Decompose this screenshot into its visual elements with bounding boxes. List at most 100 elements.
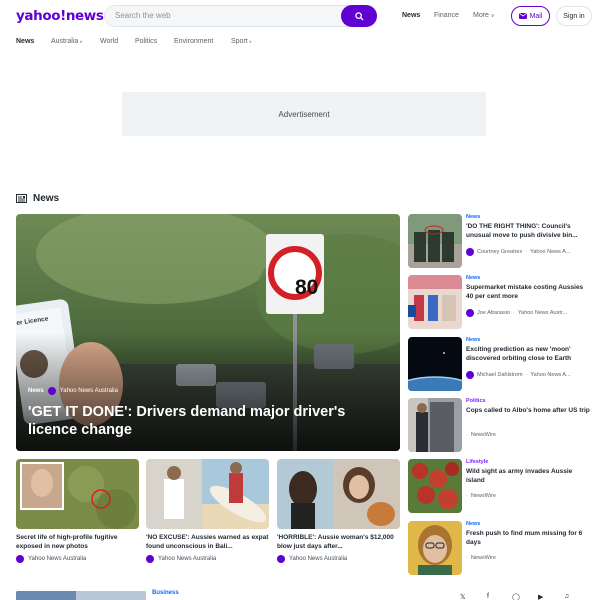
side-story-category[interactable]: Politics	[466, 398, 486, 404]
side-story-category[interactable]: Lifestyle	[466, 459, 488, 465]
topnav-more[interactable]: More ∨	[473, 12, 495, 19]
side-story-publisher: Yahoo News Austr...	[517, 310, 567, 316]
chevron-down-icon: ∨	[78, 39, 83, 44]
side-thumbnail	[408, 521, 462, 575]
hero-tag: News	[28, 388, 44, 394]
side-story-category[interactable]: News	[466, 275, 480, 281]
side-story-category[interactable]: News	[466, 214, 480, 220]
story-thumbnail	[277, 459, 400, 529]
side-story-title[interactable]: Supermarket mistake costing Aussies 40 p…	[466, 283, 592, 301]
business-thumbnail	[16, 591, 146, 600]
hero-title[interactable]: 'GET IT DONE': Drivers demand major driv…	[28, 403, 393, 439]
side-story-category[interactable]: News	[466, 337, 480, 343]
x-icon[interactable]: 𝕏	[460, 593, 466, 600]
search-input[interactable]: Search the web	[104, 5, 377, 27]
story-card[interactable]: Secret life of high-profile fugitive exp…	[16, 459, 139, 563]
side-thumbnail	[408, 214, 462, 268]
side-story-title[interactable]: Exciting prediction as new 'moon' discov…	[466, 345, 592, 363]
story-card[interactable]: 'HORRIBLE': Aussie woman's $12,000 blow …	[277, 459, 400, 563]
search-button[interactable]	[341, 5, 377, 27]
advertisement[interactable]: Advertisement	[122, 92, 486, 136]
publisher-icon	[466, 371, 474, 379]
separator-dot: ·	[525, 372, 528, 378]
yahoo-news-logo[interactable]: yahoo!news	[16, 8, 104, 24]
side-story-author: Courtney Greatrex	[477, 249, 523, 255]
story-thumbnail	[16, 459, 139, 529]
instagram-icon[interactable]: ◯	[512, 593, 520, 600]
side-story[interactable]: News 'DO THE RIGHT THING': Council's unu…	[408, 214, 592, 268]
side-story-source: Courtney Greatrex · Yahoo News A...	[466, 248, 592, 256]
topnav-more-label: More	[473, 12, 489, 19]
mail-icon	[518, 13, 527, 19]
tiktok-icon[interactable]: ♫	[564, 593, 569, 600]
speed-sign-number: 80	[295, 276, 319, 299]
signin-button[interactable]: Sign in	[556, 6, 592, 26]
facebook-icon[interactable]: f	[487, 593, 489, 600]
section-title: News	[33, 193, 60, 204]
side-story-image	[408, 214, 462, 268]
youtube-icon[interactable]: ▶	[538, 593, 543, 600]
separator-dot: ·	[466, 555, 468, 561]
publisher-icon	[466, 248, 474, 256]
side-thumbnail	[408, 275, 462, 329]
subnav-sport-label: Sport	[231, 38, 248, 45]
side-story[interactable]: Politics Cops called to Albo's home afte…	[408, 398, 592, 452]
separator-dot: ·	[513, 310, 515, 316]
publisher-icon	[466, 309, 474, 317]
subnav-news[interactable]: News	[16, 38, 34, 45]
subnav-environment[interactable]: Environment	[174, 38, 213, 45]
publisher-icon	[16, 555, 24, 563]
side-story[interactable]: News Fresh push to find mum missing for …	[408, 521, 592, 575]
side-story[interactable]: Lifestyle Wild sight as army invades Aus…	[408, 459, 592, 513]
side-story-title[interactable]: Cops called to Albo's home after US trip	[466, 406, 592, 415]
newspaper-icon	[16, 194, 27, 203]
side-story-title[interactable]: Wild sight as army invades Aussie island	[466, 467, 592, 485]
side-story[interactable]: News Supermarket mistake costing Aussies…	[408, 275, 592, 329]
mail-button[interactable]: Mail	[511, 6, 550, 26]
side-story-publisher: Yahoo News A...	[530, 372, 571, 378]
subnav-australia-label: Australia	[51, 38, 79, 45]
topnav-finance[interactable]: Finance	[434, 12, 459, 19]
story-card[interactable]: 'NO EXCUSE': Aussies warned as expat fou…	[146, 459, 269, 563]
hero-source: Yahoo News Australia	[59, 388, 118, 394]
business-category[interactable]: Business	[152, 590, 179, 596]
side-story-publisher: NewsWire	[470, 555, 496, 561]
hero-story[interactable]: 80 er Licence News Yahoo News Australia …	[16, 214, 400, 451]
subnav-politics[interactable]: Politics	[135, 38, 157, 45]
subnav-sport[interactable]: Sport ∨	[231, 38, 252, 45]
side-story-source: Michael Dahlstrom · Yahoo News A...	[466, 371, 592, 379]
business-story-image[interactable]	[16, 590, 146, 600]
topnav-news[interactable]: News	[402, 12, 420, 19]
chevron-down-icon: ∨	[490, 13, 495, 19]
side-story-title[interactable]: 'DO THE RIGHT THING': Council's unusual …	[466, 222, 592, 240]
side-story-source: · NewsWire	[466, 555, 592, 561]
side-story-title[interactable]: Fresh push to find mum missing for 6 day…	[466, 529, 592, 547]
side-story-source: · NewsWire	[466, 493, 592, 499]
section-header: News	[16, 193, 59, 204]
side-story-publisher: NewsWire	[470, 432, 496, 438]
side-story-image	[408, 521, 462, 575]
header: yahoo!news Search the web News Finance M…	[0, 0, 600, 32]
side-story-source: · NewsWire	[466, 432, 592, 438]
side-story-publisher: Yahoo News A...	[530, 249, 571, 255]
side-story-category[interactable]: News	[466, 521, 480, 527]
story-title[interactable]: 'NO EXCUSE': Aussies warned as expat fou…	[146, 533, 269, 551]
story-title[interactable]: Secret life of high-profile fugitive exp…	[16, 533, 139, 551]
subnav-world[interactable]: World	[100, 38, 118, 45]
separator-dot: ·	[466, 493, 468, 499]
subnav-australia[interactable]: Australia ∨	[51, 38, 82, 45]
side-story[interactable]: News Exciting prediction as new 'moon' d…	[408, 337, 592, 391]
side-story-source: Joe Attanasio · Yahoo News Austr...	[466, 309, 592, 317]
story-source: Yahoo News Australia	[277, 555, 400, 563]
story-image	[146, 459, 269, 529]
side-story-image	[408, 459, 462, 513]
separator-dot: ·	[466, 432, 468, 438]
story-image	[277, 459, 400, 529]
side-story-author: Michael Dahlstrom	[477, 372, 523, 378]
story-source-label: Yahoo News Australia	[289, 556, 348, 562]
publisher-icon	[47, 387, 56, 395]
publisher-icon	[146, 555, 154, 563]
hero-meta: News Yahoo News Australia	[28, 387, 118, 395]
story-source: Yahoo News Australia	[16, 555, 139, 563]
story-title[interactable]: 'HORRIBLE': Aussie woman's $12,000 blow …	[277, 533, 400, 551]
